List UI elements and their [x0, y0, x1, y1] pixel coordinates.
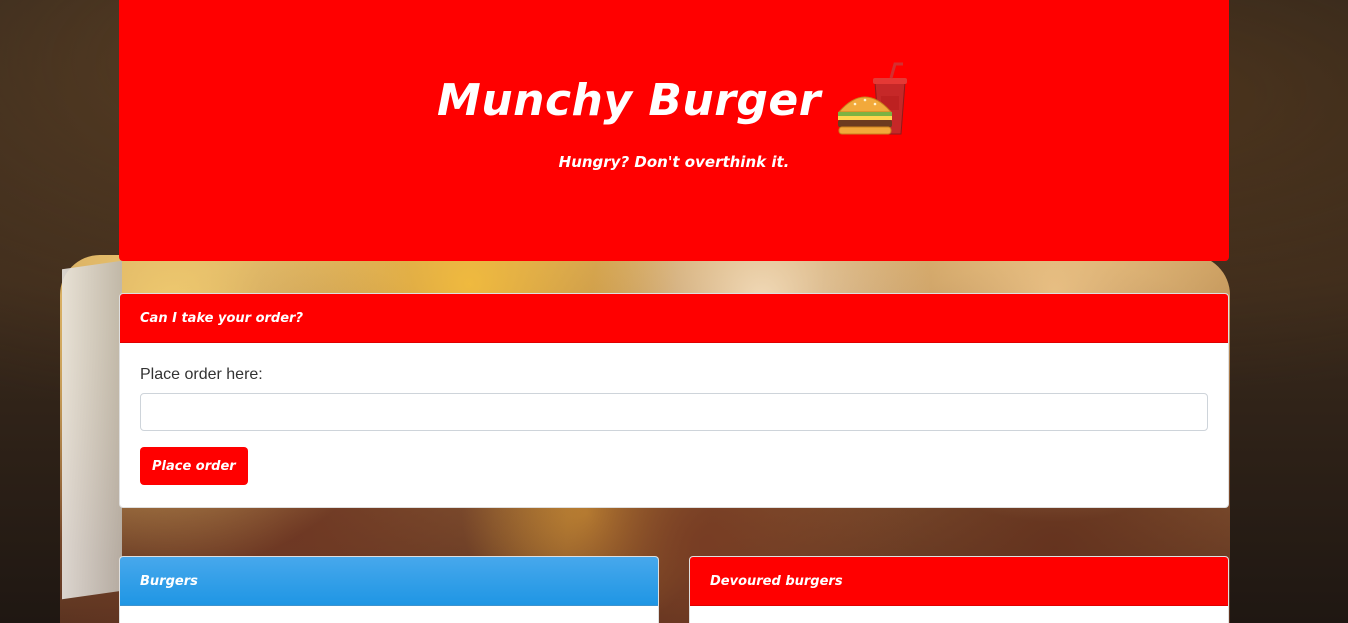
- order-card-header: Can I take your order?: [120, 294, 1228, 343]
- jumbotron-header: Munchy Burger Hungry? Don't overthink it…: [119, 0, 1229, 261]
- burgers-card-header: Burgers: [120, 557, 658, 606]
- burgers-card-title: Burgers: [140, 573, 198, 589]
- devoured-burgers-card-title: Devoured burgers: [710, 573, 843, 589]
- burgers-card: Burgers: [119, 556, 659, 623]
- place-order-button[interactable]: Place order: [140, 447, 248, 485]
- burger-and-drink-icon: [835, 62, 911, 138]
- devoured-burgers-card: Devoured burgers: [689, 556, 1229, 623]
- order-card-title: Can I take your order?: [140, 310, 303, 326]
- order-form: Place order here: Place order: [120, 343, 1228, 505]
- brand-row: Munchy Burger: [119, 62, 1229, 138]
- devoured-burgers-card-header: Devoured burgers: [690, 557, 1228, 606]
- order-card: Can I take your order? Place order here:…: [119, 293, 1229, 508]
- site-title: Munchy Burger: [437, 74, 821, 126]
- tagline: Hungry? Don't overthink it.: [558, 153, 790, 171]
- order-input[interactable]: [140, 393, 1208, 431]
- background-tray: [62, 260, 122, 600]
- order-input-label: Place order here:: [140, 366, 263, 383]
